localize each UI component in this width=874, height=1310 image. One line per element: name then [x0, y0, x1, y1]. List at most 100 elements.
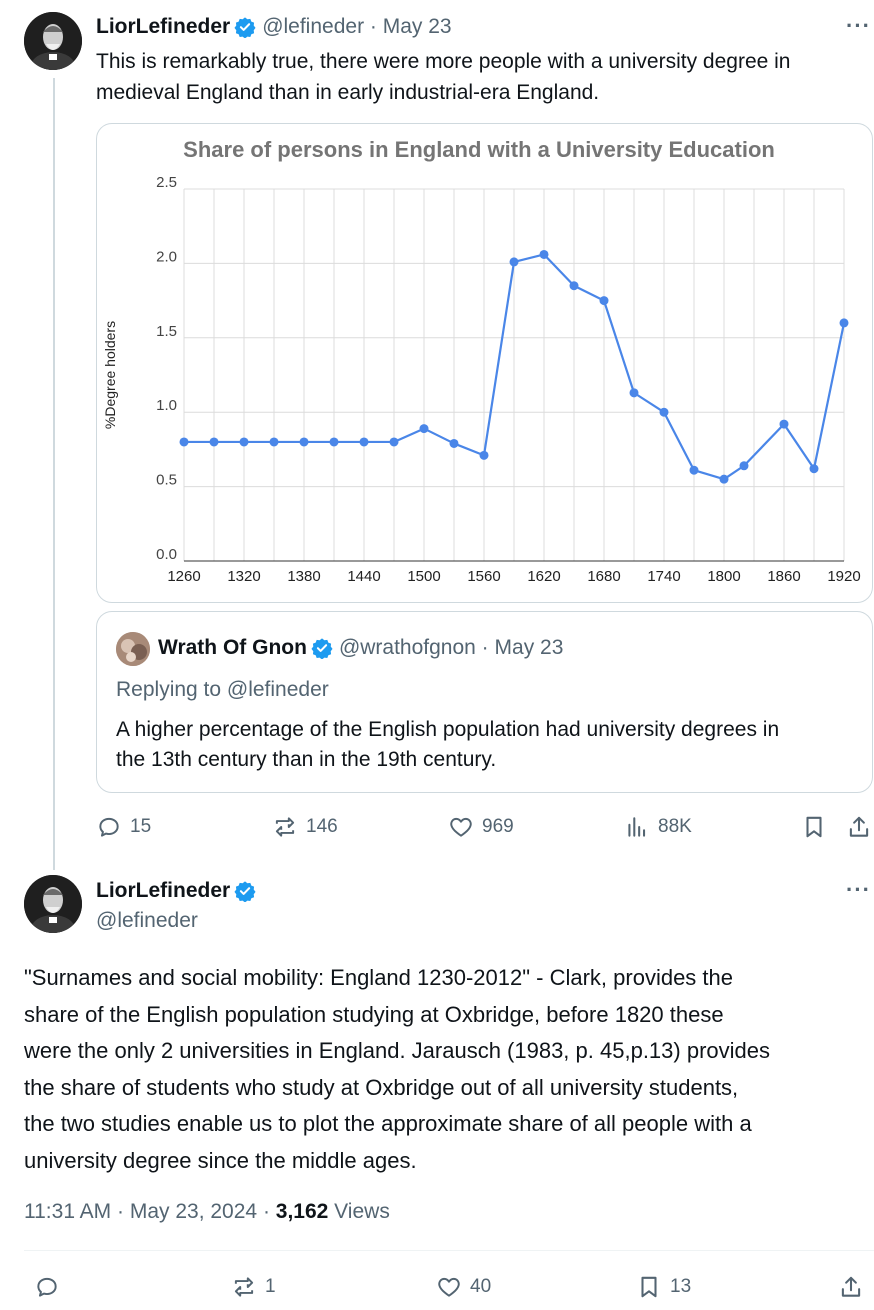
data-point [329, 437, 339, 447]
share-icon [841, 1276, 861, 1297]
views-total: 3,162 [275, 1200, 329, 1223]
tweet-text-line: This is remarkably true, there were more… [96, 50, 791, 73]
quoted-text-line: A higher percentage of the English popul… [116, 718, 780, 741]
quoted-text-line: the 13th century than in the 19th centur… [116, 748, 497, 771]
separator-dot: · [257, 1200, 276, 1223]
thread-connector-line [53, 78, 55, 870]
data-point [479, 450, 489, 460]
like-count: 40 [470, 1276, 492, 1297]
x-tick-label: 1620 [527, 568, 560, 585]
y-tick-label: 0.5 [156, 472, 177, 489]
bookmark-button[interactable]: 13 [636, 1274, 691, 1300]
bookmark-icon [641, 1276, 657, 1298]
reply-button[interactable] [34, 1274, 68, 1300]
tweet-text-line: were the only 2 universities in England.… [24, 1038, 770, 1063]
tweet-date[interactable]: May 23 [383, 15, 452, 39]
repost-count: 146 [306, 816, 338, 837]
share-button[interactable] [838, 1274, 864, 1300]
tweet-text-line: "Surnames and social mobility: England 1… [24, 965, 733, 990]
quoted-date: May 23 [494, 636, 564, 659]
repost-button[interactable]: 1 [231, 1274, 276, 1300]
x-tick-label: 1260 [167, 568, 200, 585]
bookmark-count: 13 [670, 1276, 692, 1297]
separator-dot: · [475, 636, 495, 659]
x-tick-label: 1500 [407, 568, 440, 585]
tweet-header: LiorLefineder @lefineder · May 23 [96, 15, 452, 39]
verified-badge-icon [311, 637, 333, 659]
line-chart: Share of persons in England with a Unive… [102, 137, 861, 585]
views-label: Views [328, 1200, 390, 1223]
avatar[interactable] [24, 12, 82, 70]
more-options-icon[interactable]: ··· [846, 13, 871, 39]
tweet-metadata: 11:31 AM · May 23, 2024 · 3,162 Views [24, 1200, 390, 1224]
tweet-full-date[interactable]: May 23, 2024 [130, 1200, 257, 1223]
like-button[interactable]: 40 [436, 1274, 491, 1300]
chart-image[interactable]: Share of persons in England with a Unive… [96, 123, 873, 603]
data-point [719, 474, 729, 484]
handle[interactable]: @lefineder [96, 909, 198, 933]
views-count: 88K [658, 816, 692, 837]
data-point [389, 437, 399, 447]
data-point [419, 424, 429, 434]
share-button[interactable] [846, 814, 872, 840]
heart-icon [438, 1277, 460, 1297]
quoted-header: Wrath Of Gnon @wrathofgnon · May 23 [158, 636, 563, 660]
avatar-portrait-icon [24, 12, 82, 70]
reply-icon [99, 817, 119, 837]
x-tick-label: 1380 [287, 568, 320, 585]
repost-button[interactable]: 146 [272, 814, 338, 840]
tweet-text-line: the two studies enable us to plot the ap… [24, 1111, 752, 1136]
data-point [209, 437, 219, 447]
display-name[interactable]: LiorLefineder [96, 879, 230, 903]
data-point [809, 464, 819, 474]
tweet-text-line: university degree since the middle ages. [24, 1147, 417, 1173]
repost-icon [234, 1277, 254, 1297]
handle[interactable]: @lefineder [262, 15, 364, 39]
reply-button[interactable]: 15 [96, 814, 151, 840]
data-point [779, 419, 789, 429]
separator-dot: · [364, 15, 383, 38]
y-tick-label: 2.5 [156, 174, 177, 191]
like-button[interactable]: 969 [448, 814, 514, 840]
data-point [509, 257, 519, 267]
reply-icon [37, 1277, 57, 1297]
x-tick-label: 1800 [707, 568, 740, 585]
heart-icon [450, 817, 472, 837]
separator-dot: · [111, 1200, 130, 1223]
replying-to: Replying to @lefineder [116, 678, 329, 701]
x-tick-label: 1440 [347, 568, 380, 585]
verified-badge-icon [234, 880, 256, 902]
chart-title: Share of persons in England with a Unive… [183, 137, 775, 162]
tweet-text-line: share of the English population studying… [24, 1001, 724, 1027]
x-tick-label: 1680 [587, 568, 620, 585]
x-tick-label: 1740 [647, 568, 680, 585]
quoted-tweet[interactable]: Wrath Of Gnon @wrathofgnon · May 23 Repl… [96, 611, 873, 793]
data-point [239, 437, 249, 447]
more-options-icon[interactable]: ··· [846, 877, 871, 903]
data-point [299, 437, 309, 447]
views-button[interactable]: 88K [624, 814, 692, 840]
y-tick-label: 1.5 [156, 323, 177, 340]
repost-icon [275, 817, 295, 837]
data-point [599, 296, 609, 306]
quoted-handle: @wrathofgnon [338, 636, 476, 659]
quoted-avatar-icon [116, 632, 150, 666]
share-icon [849, 816, 869, 837]
tweet-text-line: the share of students who study at Oxbri… [24, 1074, 739, 1100]
data-point [569, 281, 579, 291]
data-point [269, 437, 279, 447]
tweet-time[interactable]: 11:31 AM [24, 1200, 111, 1223]
display-name[interactable]: LiorLefineder [96, 15, 230, 39]
reply-count: 15 [130, 816, 152, 837]
avatar[interactable] [24, 875, 82, 933]
y-tick-label: 0.0 [156, 546, 177, 563]
bookmark-button[interactable] [801, 814, 827, 840]
tweet-text: "Surnames and social mobility: England 1… [24, 960, 770, 1179]
analytics-icon [628, 817, 646, 837]
data-point [179, 437, 189, 447]
y-tick-label: 1.0 [156, 397, 177, 414]
x-tick-label: 1920 [827, 568, 860, 585]
data-point [689, 465, 699, 475]
data-point [449, 438, 459, 448]
quoted-avatar[interactable] [116, 632, 150, 666]
